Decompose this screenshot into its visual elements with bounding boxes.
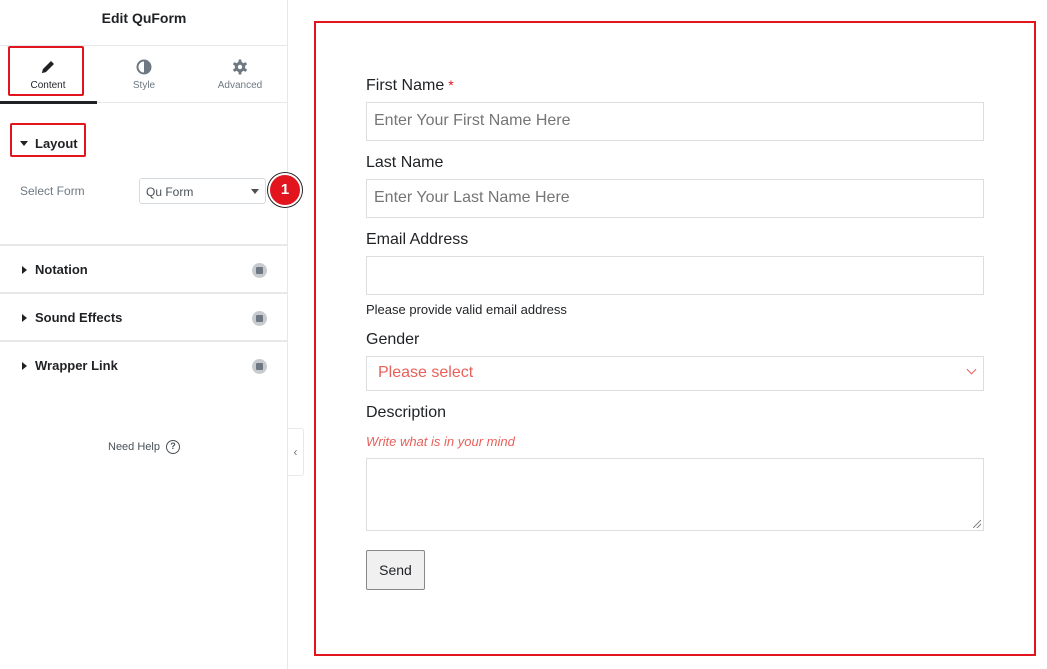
description-hint: Write what is in your mind	[366, 434, 515, 449]
pro-badge-icon	[252, 359, 267, 374]
tab-style-label: Style	[132, 80, 156, 91]
description-label: Description	[366, 404, 447, 421]
required-mark: *	[448, 77, 454, 93]
tab-advanced-label: Advanced	[217, 80, 263, 91]
email-label: Email Address	[366, 231, 469, 248]
section-divider	[0, 340, 288, 342]
panel-tabs: Content Style Advanced	[0, 45, 288, 104]
active-tab-indicator	[0, 101, 97, 104]
need-help-label: Need Help	[108, 441, 160, 453]
gender-select[interactable]: Please select	[366, 356, 984, 391]
caret-down-icon	[20, 141, 28, 146]
dropdown-arrow-icon	[251, 189, 259, 194]
caret-right-icon	[22, 265, 27, 274]
gear-icon	[233, 59, 247, 75]
pencil-icon	[42, 61, 54, 73]
help-icon: ?	[165, 440, 180, 454]
caret-right-icon	[22, 361, 27, 370]
email-input[interactable]	[366, 256, 984, 295]
pro-badge-icon	[252, 311, 267, 326]
section-notation-label: Notation	[35, 262, 88, 277]
first-name-label: First Name *	[366, 77, 454, 95]
gender-selected-value: Please select	[378, 364, 474, 381]
panel-title: Edit QuForm	[101, 10, 187, 26]
last-name-input[interactable]: Enter Your Last Name Here	[366, 179, 984, 218]
tab-style[interactable]: Style	[96, 46, 192, 103]
section-layout-label: Layout	[35, 136, 78, 151]
section-notation[interactable]: Notation	[22, 262, 88, 277]
resize-grip-icon[interactable]	[973, 520, 981, 528]
select-form-dropdown[interactable]: Qu Form	[139, 178, 266, 204]
first-name-input[interactable]: Enter Your First Name Here	[366, 102, 984, 141]
gender-label: Gender	[366, 331, 420, 348]
first-name-placeholder: Enter Your First Name Here	[374, 112, 571, 129]
chevron-down-icon	[966, 364, 977, 375]
pro-badge-icon	[252, 263, 267, 278]
send-button[interactable]: Send	[366, 550, 425, 590]
section-layout[interactable]: Layout	[20, 136, 78, 151]
section-sound-effects[interactable]: Sound Effects	[22, 310, 122, 325]
collapse-panel-button[interactable]: ‹	[288, 428, 304, 476]
email-hint: Please provide valid email address	[366, 302, 567, 317]
caret-right-icon	[22, 313, 27, 322]
first-name-label-text: First Name	[366, 77, 445, 94]
section-sound-effects-label: Sound Effects	[35, 310, 123, 325]
editor-panel: Edit QuForm Content Style Advanced Layou…	[0, 0, 302, 669]
last-name-label: Last Name	[366, 154, 444, 171]
tab-content[interactable]: Content	[0, 46, 96, 103]
last-name-placeholder: Enter Your Last Name Here	[374, 189, 570, 206]
tab-advanced[interactable]: Advanced	[192, 46, 288, 103]
step-marker: 1	[268, 173, 302, 207]
section-wrapper-link-label: Wrapper Link	[35, 358, 118, 373]
need-help-link[interactable]: Need Help ?	[0, 440, 288, 454]
select-form-label: Select Form	[20, 184, 85, 198]
contrast-icon	[136, 59, 152, 75]
tab-content-label: Content	[30, 80, 66, 91]
section-divider	[0, 292, 288, 294]
section-divider	[0, 244, 288, 246]
description-textarea[interactable]	[366, 458, 984, 531]
select-form-value: Qu Form	[146, 185, 194, 199]
section-wrapper-link[interactable]: Wrapper Link	[22, 358, 118, 373]
